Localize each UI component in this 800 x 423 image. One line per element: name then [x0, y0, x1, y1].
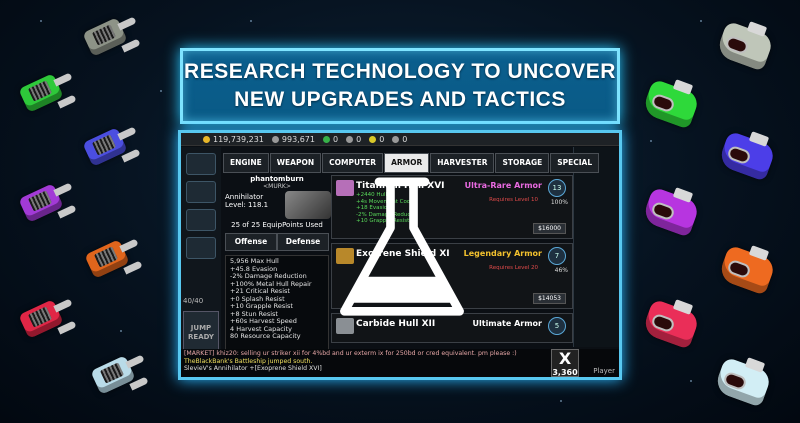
close-icon[interactable]: X [552, 350, 578, 368]
player-label: Player [593, 367, 615, 375]
tab-armor[interactable]: ARMOR [384, 153, 430, 173]
ship-owner-name: phantomburn [250, 175, 304, 183]
credits-resource: 119,739,231 [203, 135, 264, 144]
chat-icon[interactable] [186, 237, 216, 259]
resource-6: 0 [392, 135, 407, 144]
ship-white-cruiser [712, 356, 776, 408]
item-level-badge: 7 [548, 247, 566, 265]
ship-red-fighter [14, 296, 77, 344]
ship-guild-tag: <MURK> [263, 183, 291, 190]
ship-orange-fighter [80, 236, 143, 284]
fleet-icon[interactable] [186, 181, 216, 203]
counter-value: 3,360 [552, 368, 578, 377]
headline-banner: RESEARCH TECHNOLOGY TO UNCOVER NEW UPGRA… [180, 48, 620, 124]
ship-preview-image [285, 191, 331, 219]
ship-green-fighter [14, 70, 77, 118]
ship-silver-cruiser [714, 20, 778, 72]
resource-bar: 119,739,231 993,671 0 0 0 0 [181, 133, 619, 146]
offense-defense-toggle: Offense Defense [225, 233, 329, 251]
item-price-button[interactable]: $16000 [533, 223, 566, 234]
item-rarity: Legendary Armor [463, 249, 542, 258]
defense-button[interactable]: Defense [277, 233, 329, 251]
capacity-readout: 40/40 [183, 297, 204, 305]
tab-special[interactable]: SPECIAL [550, 153, 600, 173]
headline-line-2: NEW UPGRADES AND TACTICS [234, 88, 566, 111]
ship-blue-cruiser [716, 130, 780, 182]
tab-engine[interactable]: ENGINE [223, 153, 269, 173]
headline-line-1: RESEARCH TECHNOLOGY TO UNCOVER [184, 60, 616, 83]
item-level-badge: 5 [548, 317, 566, 335]
coin-icon [203, 135, 210, 143]
ship-gray-fighter [78, 14, 141, 62]
offense-button[interactable]: Offense [225, 233, 277, 251]
map-icon[interactable] [186, 153, 216, 175]
right-sidebar [573, 147, 619, 347]
close-counter[interactable]: X 3,360 [551, 349, 579, 377]
tab-harvester[interactable]: HARVESTER [430, 153, 495, 173]
hull-thumbnail-icon [336, 318, 354, 334]
ship-purple-fighter [14, 180, 77, 228]
equipment-tabs: ENGINE WEAPON COMPUTER ARMOR HARVESTER S… [223, 153, 600, 173]
item-rarity: Ultra-Rare Armor [464, 181, 542, 190]
tab-storage[interactable]: STORAGE [495, 153, 550, 173]
organic-icon [323, 135, 330, 143]
ship-panel: phantomburn <MURK> Annihilator Level: 11… [225, 175, 331, 365]
ship-blue-fighter [78, 124, 141, 172]
metal-resource: 993,671 [271, 135, 315, 144]
tab-computer[interactable]: COMPUTER [322, 153, 384, 173]
item-level-badge: 13 [548, 179, 566, 197]
ship-stats-list: 5,956 Max Hull +45.8 Evasion -2% Damage … [225, 255, 329, 351]
item-percent: 100% [550, 199, 568, 206]
item-title: Carbide Hull XII [356, 319, 436, 329]
research-flask-icon [340, 177, 464, 316]
item-rarity: Ultimate Armor [472, 319, 543, 328]
cargo-icon[interactable] [186, 209, 216, 231]
ship-red-cruiser [640, 298, 704, 350]
ship-purple-cruiser [640, 186, 704, 238]
stat-line: 80 Resource Capacity [230, 332, 301, 340]
gas-icon [346, 135, 354, 143]
ship-green-cruiser [640, 78, 704, 130]
item-requirement: Requires Level 10 [489, 197, 538, 203]
radioactive-icon [369, 135, 377, 143]
item-price-button[interactable]: $14053 [533, 293, 566, 304]
resource-4: 0 [346, 135, 361, 144]
resource-5: 0 [369, 135, 384, 144]
item-requirement: Requires Level 20 [489, 265, 538, 271]
ship-orange-cruiser [716, 244, 780, 296]
metal-icon [271, 135, 279, 143]
resource-3: 0 [323, 135, 338, 144]
tab-weapon[interactable]: WEAPON [269, 153, 322, 173]
equip-points: 25 of 25 EquipPoints Used [231, 221, 323, 229]
item-percent: 46% [554, 267, 568, 274]
crystal-icon [392, 135, 400, 143]
ship-white-fighter [86, 352, 149, 400]
